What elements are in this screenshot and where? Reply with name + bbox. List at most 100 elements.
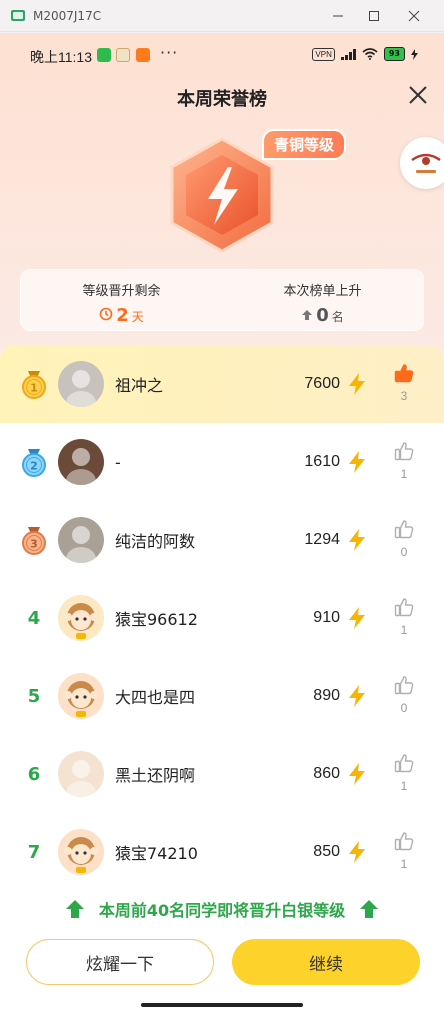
user-name: -: [115, 452, 121, 472]
like-count: 1: [400, 467, 408, 481]
rank-medal-icon: 3: [22, 527, 46, 555]
avatar[interactable]: [58, 361, 104, 407]
user-name: 纯洁的阿数: [115, 532, 196, 551]
thumbs-up-icon: [394, 442, 414, 461]
thumbs-up-icon: [394, 676, 414, 695]
rank-medal-number: 2: [30, 460, 38, 473]
minimize-icon[interactable]: [320, 0, 356, 32]
avatar-image: [66, 760, 96, 797]
avatar[interactable]: [58, 517, 104, 563]
thumbs-up-icon: [394, 364, 414, 383]
like-count: 0: [400, 701, 408, 715]
like-button[interactable]: 3: [392, 363, 416, 407]
user-score: 910: [313, 609, 340, 626]
stat-days-left-label: 等级晋升剩余: [82, 284, 161, 299]
avatar[interactable]: [58, 595, 104, 641]
continue-button[interactable]: 继续: [232, 939, 420, 985]
user-score: 1294: [304, 531, 340, 548]
status-bar: 晚上11:13 ··· VPN 93: [0, 33, 444, 77]
taobao-notify-icon: [136, 48, 150, 62]
avatar-image: [66, 448, 96, 485]
window-title: M2007J17C: [33, 8, 102, 23]
like-button[interactable]: 0: [392, 519, 416, 563]
ranking-row: 2 - 1610 1: [0, 423, 444, 501]
rank-number: 4: [27, 607, 41, 629]
logo-icon: [411, 153, 441, 173]
avatar-image: [64, 603, 98, 639]
promo-text: 本周前40名同学即将晋升白银等级: [98, 901, 346, 920]
bronze-level-badge-icon: [170, 137, 274, 253]
like-count: 0: [400, 545, 408, 559]
stat-rank-up-unit: 名: [331, 310, 344, 324]
rank-medal-icon: 2: [22, 449, 46, 477]
like-button[interactable]: 1: [392, 831, 416, 875]
stat-rank-up-value: 0: [316, 305, 329, 326]
avatar[interactable]: [58, 439, 104, 485]
stat-days-left: 等级晋升剩余 2 天: [21, 270, 222, 330]
window-titlebar: M2007J17C: [0, 0, 444, 32]
lightning-icon: [349, 841, 365, 863]
rank-medal-number: 1: [30, 382, 38, 395]
home-indicator[interactable]: [141, 1003, 303, 1007]
signal-icon: [340, 48, 356, 60]
user-score: 850: [313, 843, 340, 860]
like-button[interactable]: 0: [392, 675, 416, 719]
avatar-image: [64, 681, 98, 717]
thumbs-up-icon: [394, 754, 414, 773]
maximize-icon[interactable]: [356, 0, 392, 32]
user-score: 860: [313, 765, 340, 782]
rank-medal-icon: 1: [22, 371, 46, 399]
close-icon: [409, 86, 427, 104]
app-icon: [11, 10, 25, 21]
stat-days-left-unit: 天: [131, 310, 144, 324]
arrow-up-icon: [65, 900, 84, 918]
ranking-row: 3 纯洁的阿数 1294 0: [0, 501, 444, 579]
user-name: 黑土还阴啊: [115, 766, 196, 785]
like-count: 3: [400, 389, 408, 403]
rank-medal-number: 3: [30, 538, 38, 551]
more-notifications-icon: ···: [160, 43, 179, 62]
avatar[interactable]: [58, 673, 104, 719]
show-off-button[interactable]: 炫耀一下: [26, 939, 214, 985]
user-score: 890: [313, 687, 340, 704]
thumbs-up-icon: [394, 520, 414, 539]
lightning-icon: [349, 607, 365, 629]
lightning-icon: [349, 529, 365, 551]
rank-number: 5: [27, 685, 41, 707]
ranking-list: 1 祖冲之 7600 3 2-1610 1 3 纯洁的阿数 1294 0 4 猿宝96612 910 1 5…: [0, 345, 444, 885]
close-button[interactable]: [406, 83, 430, 107]
ranking-row: 6 黑土还阴啊 860 1: [0, 735, 444, 813]
avatar-image: [66, 526, 96, 563]
avatar-image: [64, 837, 98, 873]
clock-icon: [99, 307, 113, 321]
like-button[interactable]: 1: [392, 441, 416, 485]
avatar-image: [66, 370, 96, 407]
rank-number: 7: [27, 841, 41, 863]
ranking-row: 1 祖冲之 7600 3: [0, 345, 444, 423]
page-title: 本周荣誉榜: [177, 89, 267, 110]
ranking-row: 7 猿宝74210 850 1: [0, 813, 444, 885]
avatar[interactable]: [58, 829, 104, 875]
window-close-icon[interactable]: [396, 0, 432, 32]
avatar[interactable]: [58, 751, 104, 797]
promo-banner: 本周前40名同学即将晋升白银等级: [0, 885, 444, 933]
thumbs-up-icon: [394, 598, 414, 617]
level-tag: 青铜等级: [262, 129, 347, 160]
side-logo[interactable]: [400, 137, 444, 189]
user-score: 1610: [304, 453, 340, 470]
like-button[interactable]: 1: [392, 753, 416, 797]
thumbs-up-icon: [394, 832, 414, 851]
user-name: 猿宝96612: [115, 610, 198, 629]
arrow-up-icon: [302, 310, 313, 320]
stat-rank-up: 本次榜单上升 0 名: [222, 270, 423, 330]
app-screen: 晚上11:13 ··· VPN 93 本周荣誉榜 青铜等级 等级晋升剩余 2 天…: [0, 33, 444, 1016]
stat-rank-up-label: 本次榜单上升: [283, 284, 362, 299]
battery-icon: 93: [383, 47, 405, 61]
user-name: 猿宝74210: [115, 844, 198, 863]
ranking-row: 4 猿宝96612 910 1: [0, 579, 444, 657]
lightning-icon: [349, 763, 365, 785]
status-time: 晚上11:13: [30, 49, 92, 65]
user-name: 祖冲之: [115, 376, 164, 395]
charging-icon: [411, 48, 418, 60]
like-button[interactable]: 1: [392, 597, 416, 641]
